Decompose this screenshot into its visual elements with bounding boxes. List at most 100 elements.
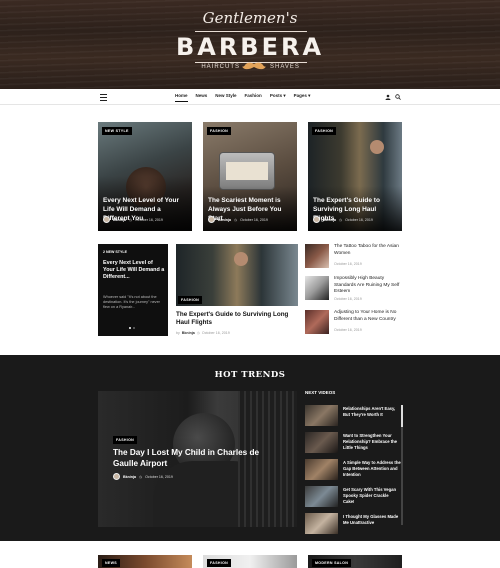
video-title[interactable]: A Simple Way to Address the Gap Between … xyxy=(343,460,401,477)
featured-card[interactable]: NEW STYLE Every Next Level of Your Life … xyxy=(98,122,192,231)
clock-icon: ◷ xyxy=(233,217,238,222)
scrollbar-thumb[interactable] xyxy=(401,405,403,427)
featured-card[interactable]: FASHION The Scariest Moment is Always Ju… xyxy=(203,122,297,231)
list-item[interactable]: Adjusting to Your Home is No Different t… xyxy=(305,310,405,334)
video-thumb[interactable] xyxy=(305,432,338,453)
author-name[interactable]: Bkninja xyxy=(182,331,195,335)
photo-subject xyxy=(234,252,248,266)
bottom-card[interactable]: FASHION xyxy=(203,555,297,568)
category-badge[interactable]: FASHION xyxy=(207,559,232,567)
mustache-icon xyxy=(242,62,266,70)
category-badge[interactable]: FASHION xyxy=(178,296,203,304)
category-badge[interactable]: FASHION xyxy=(312,127,337,135)
author-name[interactable]: Bkninja xyxy=(113,218,126,222)
slider-number: 2 xyxy=(103,250,105,254)
logo-script-text[interactable]: Gentlemen's xyxy=(0,9,500,27)
nav-item-home[interactable]: Home xyxy=(175,93,188,102)
post-date: October 16, 2019 xyxy=(334,328,362,332)
logo-divider xyxy=(245,31,307,32)
avatar[interactable] xyxy=(113,473,120,480)
post-meta: Bkninja ◷ October 16, 2019 xyxy=(113,473,173,480)
clock-icon: ◷ xyxy=(138,474,143,479)
list-thumb[interactable] xyxy=(305,310,329,334)
video-thumb[interactable] xyxy=(305,486,338,507)
slider-dot-active[interactable] xyxy=(129,327,131,329)
slider-dot[interactable] xyxy=(133,327,135,329)
post-date: October 16, 2019 xyxy=(201,331,230,335)
avatar[interactable] xyxy=(208,216,215,223)
site-header: Gentlemen's BARBERA HAIRCUTS SHAVES xyxy=(0,0,500,89)
video-title[interactable]: I Thought My Glasses Made Me Unattractiv… xyxy=(343,514,401,526)
nav-menu: Home News New Style Fashion Posts ▾ Page… xyxy=(175,93,310,102)
video-thumb[interactable] xyxy=(305,513,338,534)
video-title[interactable]: Get Scary With This Vegan Spooky Spider … xyxy=(343,487,401,504)
avatar[interactable] xyxy=(103,216,110,223)
post-date: October 16, 2019 xyxy=(145,474,173,479)
clock-icon: ◷ xyxy=(338,217,343,222)
featured-card[interactable]: FASHION The Expert's Guide to Surviving … xyxy=(308,122,402,231)
category-badge[interactable]: MODERN SALON xyxy=(312,559,352,567)
nav-item-fashion[interactable]: Fashion xyxy=(245,93,262,102)
chevron-down-icon: ▾ xyxy=(308,93,311,98)
category-badge[interactable]: NEW STYLE xyxy=(106,250,127,254)
author-name[interactable]: Bkninja xyxy=(323,218,336,222)
video-item[interactable]: Relationships Aren't Easy, But They're W… xyxy=(305,405,400,427)
category-badge[interactable]: NEW STYLE xyxy=(102,127,132,135)
post-date: October 16, 2019 xyxy=(334,262,362,266)
video-title[interactable]: Want to Strengthen Your Relationship? Em… xyxy=(343,433,401,450)
logo-main-text[interactable]: BARBERA xyxy=(0,33,500,61)
list-title[interactable]: Impossibly High Beauty Standards Are Rui… xyxy=(334,276,406,296)
video-item[interactable]: Want to Strengthen Your Relationship? Em… xyxy=(305,432,400,454)
next-videos-scrollbar[interactable] xyxy=(401,405,403,525)
chevron-down-icon: ▾ xyxy=(283,93,286,98)
tin-label xyxy=(226,162,268,180)
category-badge[interactable]: NEWS xyxy=(102,559,120,567)
nav-item-pages[interactable]: Pages ▾ xyxy=(294,93,311,102)
post-date: October 16, 2019 xyxy=(240,217,268,222)
list-item[interactable]: The Tattoo Taboo for the Asian Women Oct… xyxy=(305,244,405,268)
video-thumb[interactable] xyxy=(305,405,338,426)
post-meta: Bkninja ◷ October 16, 2019 xyxy=(103,216,163,223)
video-title[interactable]: Relationships Aren't Easy, But They're W… xyxy=(343,406,401,418)
slider-badge-row: 2 NEW STYLE xyxy=(103,250,127,254)
video-item[interactable]: Get Scary With This Vegan Spooky Spider … xyxy=(305,486,400,508)
video-item[interactable]: I Thought My Glasses Made Me Unattractiv… xyxy=(305,513,400,535)
search-icon[interactable] xyxy=(395,94,401,100)
middle-title[interactable]: The Expert's Guide to Surviving Long Hau… xyxy=(176,311,296,328)
nav-item-new-style[interactable]: New Style xyxy=(215,93,236,102)
slider-title[interactable]: Every Next Level of Your Life Will Deman… xyxy=(103,260,165,282)
by-label: by xyxy=(176,331,180,335)
author-name[interactable]: Bkninja xyxy=(218,218,231,222)
nav-item-posts[interactable]: Posts ▾ xyxy=(270,93,286,102)
author-name[interactable]: Bkninja xyxy=(123,475,136,479)
bottom-card[interactable]: MODERN SALON xyxy=(308,555,402,568)
slider-card[interactable]: 2 NEW STYLE Every Next Level of Your Lif… xyxy=(98,244,168,336)
hot-trend-main[interactable]: FASHION The Day I Lost My Child in Charl… xyxy=(98,391,297,527)
list-thumb[interactable] xyxy=(305,276,329,300)
category-badge[interactable]: FASHION xyxy=(207,127,232,135)
video-thumb[interactable] xyxy=(305,459,338,480)
list-title[interactable]: The Tattoo Taboo for the Asian Women xyxy=(334,244,406,257)
category-badge[interactable]: FASHION xyxy=(113,436,138,444)
hot-trend-title[interactable]: The Day I Lost My Child in Charles de Ga… xyxy=(113,447,263,469)
list-item[interactable]: Impossibly High Beauty Standards Are Rui… xyxy=(305,276,406,301)
video-item[interactable]: A Simple Way to Address the Gap Between … xyxy=(305,459,401,481)
hamburger-icon[interactable] xyxy=(100,94,107,101)
photo-subject xyxy=(370,140,384,154)
nav-item-news[interactable]: News xyxy=(196,93,208,102)
list-thumb[interactable] xyxy=(305,244,329,268)
pomade-tin xyxy=(219,152,275,190)
post-date: October 16, 2019 xyxy=(334,297,362,301)
post-date: October 16, 2019 xyxy=(345,217,373,222)
list-title[interactable]: Adjusting to Your Home is No Different t… xyxy=(334,310,406,323)
user-icon[interactable] xyxy=(385,94,391,100)
nav-item-posts-label: Posts xyxy=(269,93,283,98)
main-nav: Home News New Style Fashion Posts ▾ Page… xyxy=(0,89,500,105)
bottom-card[interactable]: NEWS xyxy=(98,555,192,568)
logo-tagline-right: SHAVES xyxy=(270,64,300,70)
clock-icon: ◷ xyxy=(128,217,133,222)
avatar[interactable] xyxy=(313,216,320,223)
middle-card-image[interactable]: FASHION xyxy=(176,244,298,306)
section-title: HOT TRENDS xyxy=(214,370,286,380)
clock-icon: ◷ xyxy=(196,331,200,335)
